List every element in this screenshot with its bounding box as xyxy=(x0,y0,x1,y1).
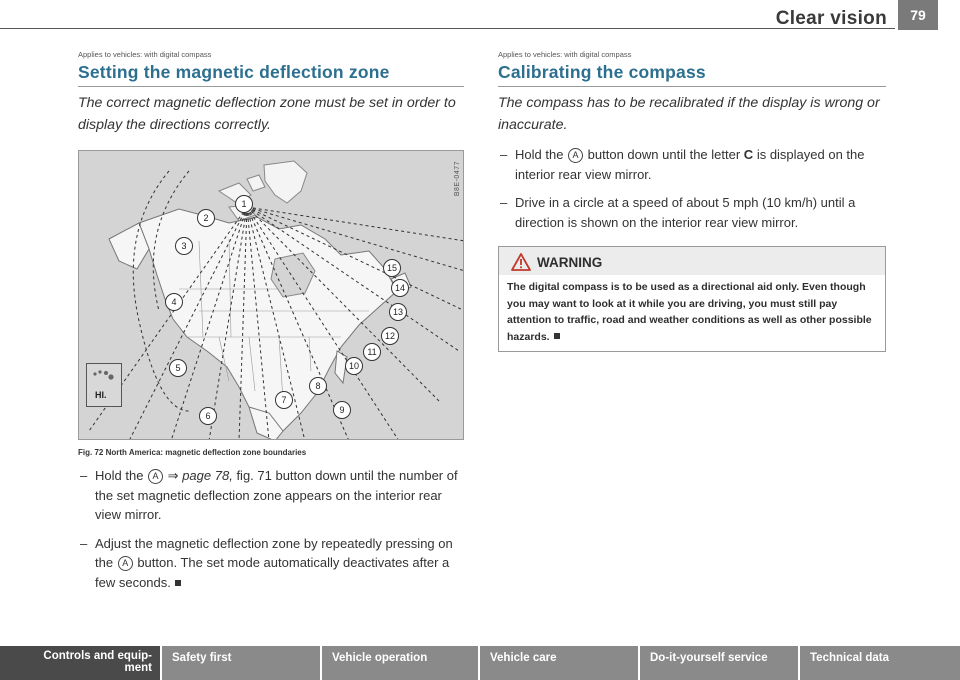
applies-note: Applies to vehicles: with digital compas… xyxy=(78,50,212,59)
zone-marker-7: 7 xyxy=(275,391,293,409)
applies-note: Applies to vehicles: with digital compas… xyxy=(498,50,632,59)
zone-marker-8: 8 xyxy=(309,377,327,395)
zone-marker-4: 4 xyxy=(165,293,183,311)
a-button-icon: A xyxy=(568,148,584,163)
zone-marker-1: 1 xyxy=(235,195,253,213)
zone-marker-14: 14 xyxy=(391,279,409,297)
tab-do-it-yourself-service[interactable]: Do-it-yourself service xyxy=(640,646,800,680)
header-rule xyxy=(0,28,895,29)
tab-vehicle-operation[interactable]: Vehicle operation xyxy=(322,646,480,680)
page-reference[interactable]: page 78, xyxy=(182,468,233,483)
tab-technical-data[interactable]: Technical data xyxy=(800,646,960,680)
end-of-section-icon xyxy=(553,332,560,339)
map-graphic xyxy=(88,160,463,439)
zone-marker-12: 12 xyxy=(381,327,399,345)
zone-marker-3: 3 xyxy=(175,237,193,255)
section-heading: Setting the magnetic deflection zone xyxy=(78,62,464,87)
intro-text: The correct magnetic deflection zone mus… xyxy=(78,95,456,133)
hawaii-inset: HI. xyxy=(86,363,122,407)
page-number: 79 xyxy=(898,0,938,30)
right-step-2: – Drive in a circle at a speed of about … xyxy=(500,195,856,230)
warning-box: WARNING The digital compass is to be use… xyxy=(498,246,886,352)
tab-vehicle-care[interactable]: Vehicle care xyxy=(480,646,640,680)
left-step-1: – Hold the A ⇒ page 78, fig. 71 button d… xyxy=(80,468,458,522)
intro-text: The compass has to be recalibrated if th… xyxy=(498,95,880,133)
left-step-2: – Adjust the magnetic deflection zone by… xyxy=(80,535,453,590)
figure-caption: Fig. 72 North America: magnetic deflecti… xyxy=(78,448,307,457)
end-of-section-icon xyxy=(174,579,181,586)
warning-title: WARNING xyxy=(537,254,603,270)
zone-marker-13: 13 xyxy=(389,303,407,321)
tab-controls-and-equipment[interactable]: Controls and equip- ment xyxy=(0,646,162,680)
reference-arrow: ⇒ xyxy=(167,468,179,483)
hawaii-label: HI. xyxy=(95,390,107,400)
left-column: Applies to vehicles: with digital compas… xyxy=(78,50,464,592)
right-step-1: – Hold the A button down until the lette… xyxy=(500,147,865,182)
hawaii-islands xyxy=(93,370,114,380)
figure-code: B8E-0477 xyxy=(454,161,461,197)
a-button-icon: A xyxy=(148,469,164,484)
zone-marker-2: 2 xyxy=(197,209,215,227)
a-button-icon: A xyxy=(117,556,133,571)
zone-marker-6: 6 xyxy=(199,407,217,425)
warning-header: WARNING xyxy=(499,247,885,275)
right-column: Applies to vehicles: with digital compas… xyxy=(498,50,886,352)
deflection-zone-map: 1 2 3 4 5 6 7 8 9 10 11 12 13 14 15 HI. B8E-0477 xyxy=(78,150,464,440)
warning-triangle-icon xyxy=(511,253,531,271)
zone-marker-9: 9 xyxy=(333,401,351,419)
calibration-letter: C xyxy=(743,147,754,162)
chapter-navigation: Controls and equip- ment Safety first Ve… xyxy=(0,646,960,680)
zone-marker-15: 15 xyxy=(383,259,401,277)
zone-marker-5: 5 xyxy=(169,359,187,377)
tab-safety-first[interactable]: Safety first xyxy=(162,646,322,680)
warning-text: The digital compass is to be used as a d… xyxy=(507,281,872,343)
zone-marker-11: 11 xyxy=(363,343,381,361)
section-heading: Calibrating the compass xyxy=(498,62,886,87)
section-title: Clear vision xyxy=(775,8,887,29)
zone-marker-10: 10 xyxy=(345,357,363,375)
